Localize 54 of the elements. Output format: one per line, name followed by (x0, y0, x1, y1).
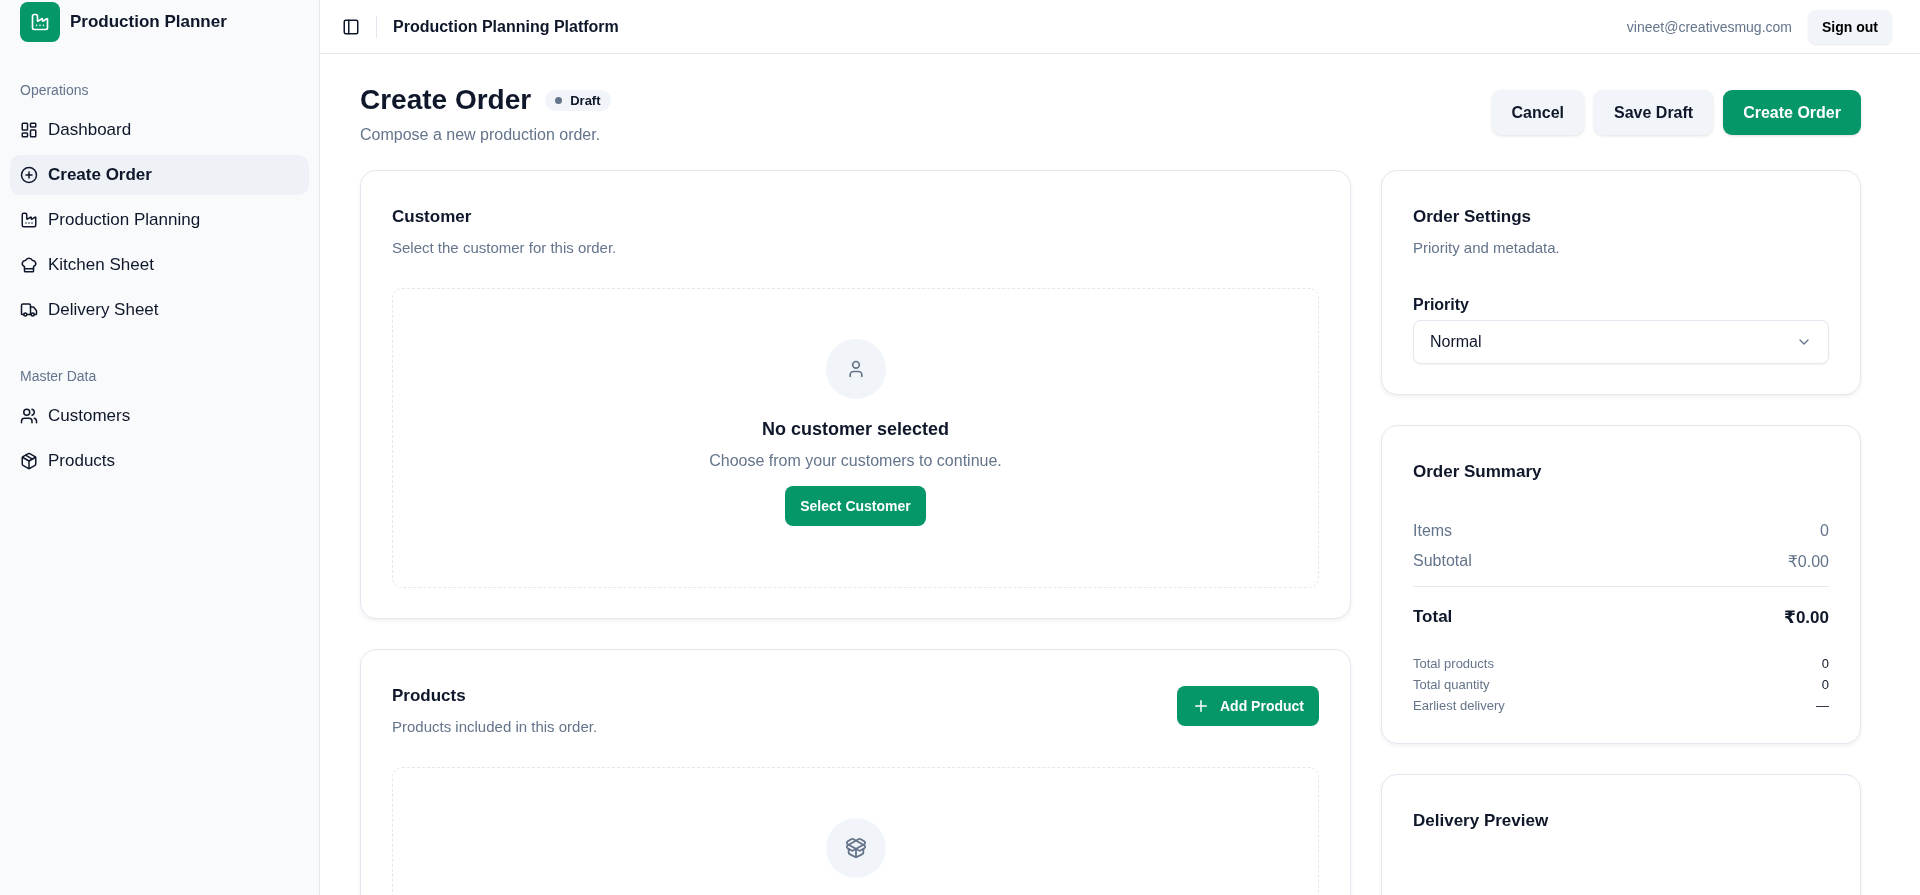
empty-text: Choose from your customers to continue. (709, 452, 1002, 470)
empty-title: No customer selected (761, 419, 950, 440)
select-customer-button[interactable]: Select Customer (785, 486, 926, 526)
users-icon (20, 407, 38, 425)
sign-out-button[interactable]: Sign out (1808, 9, 1892, 44)
summary-value: ₹0.00 (1787, 552, 1829, 571)
plus-icon (1192, 697, 1210, 715)
chef-hat-icon (20, 256, 38, 274)
stat-label: Total quantity (1413, 677, 1490, 692)
sidebar-item[interactable]: Dashboard (10, 110, 309, 150)
status-badge: Draft (545, 89, 611, 111)
stat-value: 0 (1821, 656, 1829, 671)
field-label: Priority (1413, 296, 1470, 314)
card-title: Order Summary (1413, 462, 1543, 482)
section-heading: Master Data (19, 368, 98, 384)
app-name: Production Planner (70, 12, 227, 32)
sidebar-item[interactable]: Customers (10, 396, 309, 436)
platform-title: Production Planning Platform (393, 17, 620, 36)
sidebar-item[interactable]: Production Planning (10, 200, 309, 240)
priority-select[interactable]: Normal (1413, 320, 1829, 364)
stat-label: Total products (1413, 656, 1494, 671)
stat-value: 0 (1821, 677, 1829, 692)
box-icon (20, 452, 38, 470)
page-subtitle: Compose a new production order. (360, 126, 602, 144)
factory-icon (20, 211, 38, 229)
add-product-button[interactable]: Add Product (1177, 686, 1319, 726)
sidebar-item[interactable]: Products (10, 441, 309, 481)
summary-label: Subtotal (1413, 552, 1472, 571)
summary-value: 0 (1820, 522, 1829, 540)
stat-label: Earliest delivery (1413, 698, 1505, 713)
card-title: Delivery Preview (1413, 811, 1550, 831)
truck-icon (20, 301, 38, 319)
sidebar-item[interactable]: Delivery Sheet (10, 290, 309, 330)
card-title: Products (392, 686, 467, 706)
card-title: Order Settings (1413, 207, 1533, 227)
action-button[interactable]: Cancel (1491, 90, 1584, 135)
section-heading: Operations (19, 82, 90, 98)
card-description: Priority and metadata. (1413, 239, 1561, 256)
summary-label: Items (1413, 522, 1453, 540)
dashboard-icon (20, 121, 38, 139)
card-description: Select the customer for this order. (392, 239, 618, 256)
sidebar-item[interactable]: Create Order (10, 155, 309, 195)
card-title: Customer (392, 207, 473, 227)
stat-value: — (1816, 698, 1829, 713)
sidebar-toggle-icon[interactable] (342, 17, 360, 36)
page-title: Create Order (360, 84, 532, 116)
card-description: Products included in this order. (392, 718, 598, 735)
create-order-button[interactable]: Create Order (1723, 90, 1861, 135)
user-email: vineet@creativesmug.com (1626, 18, 1792, 35)
plus-circle-icon (20, 166, 38, 184)
total-value: ₹0.00 (1784, 607, 1829, 628)
action-button[interactable]: Save Draft (1594, 90, 1714, 135)
total-label: Total (1413, 607, 1453, 628)
sidebar-item[interactable]: Kitchen Sheet (10, 245, 309, 285)
